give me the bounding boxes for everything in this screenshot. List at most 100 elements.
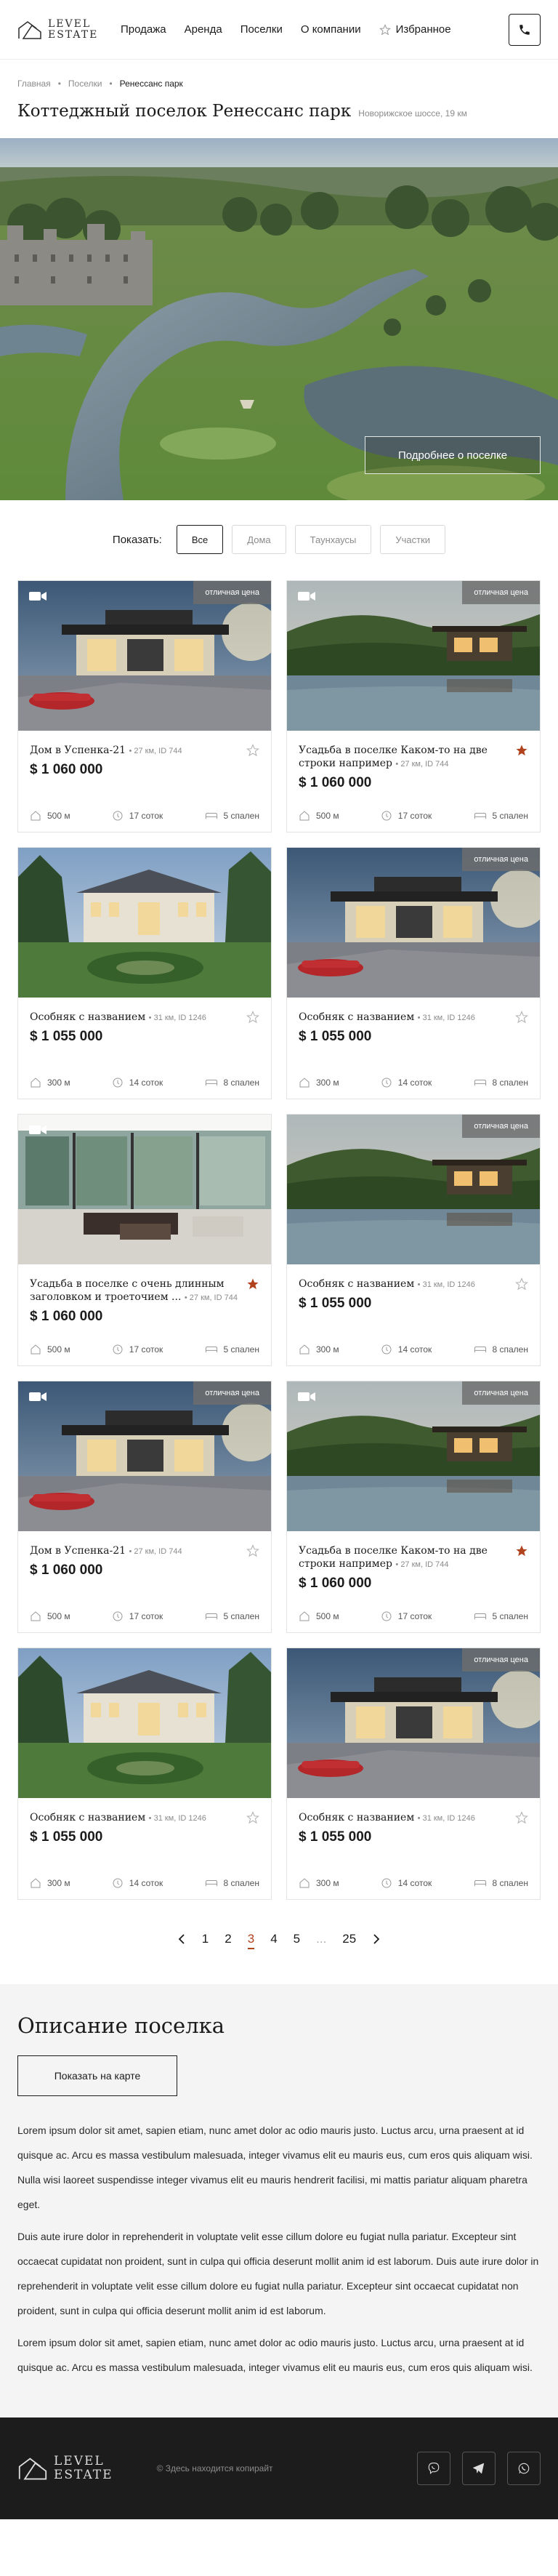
spec-distance: 500 м	[30, 1610, 70, 1622]
listing-title[interactable]: Особняк с названием • 31 км, ID 1246	[30, 1011, 259, 1024]
listing-image[interactable]: отличная цена	[287, 581, 540, 731]
spec-bedrooms: 5 спален	[205, 1344, 259, 1355]
nav-item-villages[interactable]: Поселки	[240, 23, 283, 36]
listing-image[interactable]: отличная цена	[287, 1381, 540, 1531]
listing-card[interactable]: отличная цена Дом в Успенка-21 • 27 км, …	[17, 580, 272, 832]
nav-item-about[interactable]: О компании	[301, 23, 361, 36]
favorite-star-icon[interactable]	[515, 1011, 528, 1027]
spec-bedrooms-value: 5 спален	[492, 1611, 528, 1621]
listing-card[interactable]: отличная цена Особняк с названием • 31 к…	[286, 847, 541, 1099]
listing-card[interactable]: отличная цена Особняк с названием • 31 к…	[286, 1648, 541, 1900]
listing-card[interactable]: отличная цена Особняк с названием • 31 к…	[286, 1114, 541, 1366]
spec-bedrooms: 8 спален	[205, 1877, 259, 1889]
video-icon	[297, 1391, 316, 1403]
price-badge: отличная цена	[462, 581, 540, 604]
spec-bedrooms: 8 спален	[205, 1077, 259, 1088]
listing-title[interactable]: Особняк с названием • 31 км, ID 1246	[299, 1011, 528, 1024]
favorite-star-icon[interactable]	[515, 1811, 528, 1828]
logo-mark-icon	[18, 20, 41, 39]
logo[interactable]: LEVEL ESTATE	[17, 18, 103, 41]
listing-card[interactable]: Особняк с названием • 31 км, ID 1246 $ 1…	[17, 1648, 272, 1900]
description-paragraph: Duis aute irure dolor in reprehenderit i…	[17, 2231, 539, 2316]
hero-image: Подробнее о поселке	[0, 138, 558, 500]
listing-image[interactable]	[18, 1115, 271, 1264]
listing-image[interactable]: отличная цена	[18, 1381, 271, 1531]
listing-card[interactable]: Усадьба в поселке с очень длинным заголо…	[17, 1114, 272, 1366]
area-icon	[113, 811, 123, 821]
area-icon	[381, 1344, 392, 1355]
prev-page-icon[interactable]	[177, 1933, 186, 1949]
telegram-button[interactable]	[462, 2452, 496, 2485]
breadcrumb-home[interactable]: Главная	[17, 79, 51, 89]
village-description: Описание поселка Показать на карте Lorem…	[0, 1984, 558, 2417]
listing-image[interactable]: отличная цена	[287, 1115, 540, 1264]
spec-bedrooms: 5 спален	[474, 1610, 528, 1622]
filter-houses[interactable]: Дома	[232, 525, 286, 554]
listing-body: Дом в Успенка-21 • 27 км, ID 744 $ 1 060…	[18, 1531, 271, 1632]
favorite-star-icon[interactable]	[515, 744, 528, 761]
next-page-icon[interactable]	[372, 1933, 381, 1949]
phone-button[interactable]	[509, 13, 541, 46]
listing-title[interactable]: Дом в Успенка-21 • 27 км, ID 744	[30, 1544, 259, 1558]
area-icon	[113, 1878, 123, 1888]
page-number[interactable]: 4	[270, 1932, 277, 1949]
listing-card[interactable]: Особняк с названием • 31 км, ID 1246 $ 1…	[17, 847, 272, 1099]
page-number[interactable]: 25	[342, 1932, 356, 1949]
listing-image[interactable]: отличная цена	[18, 581, 271, 731]
listing-card[interactable]: отличная цена Дом в Успенка-21 • 27 км, …	[17, 1381, 272, 1633]
spec-distance-value: 300 м	[316, 1878, 339, 1888]
listing-meta: • 27 км, ID 744	[129, 1547, 182, 1556]
listing-image[interactable]	[18, 1648, 271, 1798]
listing-image[interactable]: отличная цена	[287, 1648, 540, 1798]
listing-title-text: Усадьба в поселке Каком-то на две строки…	[299, 745, 488, 769]
viber-button[interactable]	[417, 2452, 450, 2485]
spec-distance: 300 м	[30, 1077, 70, 1088]
listing-card[interactable]: отличная цена Усадьба в поселке Каком-то…	[286, 580, 541, 832]
listing-title[interactable]: Особняк с названием • 31 км, ID 1246	[299, 1811, 528, 1825]
listing-title[interactable]: Особняк с названием • 31 км, ID 1246	[30, 1811, 259, 1825]
page-number[interactable]: 2	[225, 1932, 231, 1949]
listing-meta: • 31 км, ID 1246	[148, 1014, 206, 1022]
spec-area-value: 14 соток	[397, 1344, 432, 1355]
spec-area-value: 17 соток	[129, 811, 163, 821]
nav-item-sale[interactable]: Продажа	[121, 23, 166, 36]
listing-title[interactable]: Усадьба в поселке Каком-то на две строки…	[299, 744, 528, 771]
footer-logo[interactable]: LEVEL ESTATE	[17, 2455, 113, 2482]
listing-price: $ 1 055 000	[299, 1296, 372, 1311]
breadcrumb-villages[interactable]: Поселки	[68, 79, 102, 89]
listing-title-text: Усадьба в поселке Каком-то на две строки…	[299, 1545, 488, 1570]
listing-title[interactable]: Усадьба в поселке с очень длинным заголо…	[30, 1277, 259, 1304]
listing-title[interactable]: Усадьба в поселке Каком-то на две строки…	[299, 1544, 528, 1571]
favorite-star-icon[interactable]	[246, 744, 259, 761]
home-icon	[299, 1878, 310, 1888]
favorites-link[interactable]: Избранное	[379, 23, 451, 36]
listing-body: Особняк с названием • 31 км, ID 1246 $ 1…	[287, 1798, 540, 1899]
show-on-map-button[interactable]: Показать на карте	[17, 2055, 177, 2096]
favorite-star-icon[interactable]	[246, 1811, 259, 1828]
listing-image[interactable]: отличная цена	[287, 848, 540, 998]
filter-townhouses[interactable]: Таунхаусы	[294, 525, 372, 554]
listing-title[interactable]: Особняк с названием • 31 км, ID 1246	[299, 1277, 528, 1291]
page-number[interactable]: 1	[202, 1932, 209, 1949]
filter-plots[interactable]: Участки	[380, 525, 446, 554]
page-number[interactable]: 5	[294, 1932, 300, 1949]
listing-image[interactable]	[18, 848, 271, 998]
spec-distance: 300 м	[30, 1877, 70, 1889]
page-number[interactable]: 3	[247, 1932, 255, 1949]
nav-item-rent[interactable]: Аренда	[185, 23, 222, 36]
favorite-star-icon[interactable]	[246, 1544, 259, 1561]
phone-icon	[519, 24, 530, 35]
listing-card[interactable]: отличная цена Усадьба в поселке Каком-то…	[286, 1381, 541, 1633]
spec-bedrooms-value: 8 спален	[492, 1878, 528, 1888]
filter-all[interactable]: Все	[176, 525, 224, 554]
favorite-star-icon[interactable]	[515, 1277, 528, 1294]
listing-title[interactable]: Дом в Успенка-21 • 27 км, ID 744	[30, 744, 259, 758]
whatsapp-button[interactable]	[507, 2452, 541, 2485]
price-badge: отличная цена	[462, 848, 540, 871]
spec-distance-value: 500 м	[316, 811, 339, 821]
village-details-button[interactable]: Подробнее о поселке	[365, 436, 541, 474]
favorite-star-icon[interactable]	[246, 1277, 259, 1294]
video-icon	[28, 590, 47, 602]
favorite-star-icon[interactable]	[515, 1544, 528, 1561]
favorite-star-icon[interactable]	[246, 1011, 259, 1027]
